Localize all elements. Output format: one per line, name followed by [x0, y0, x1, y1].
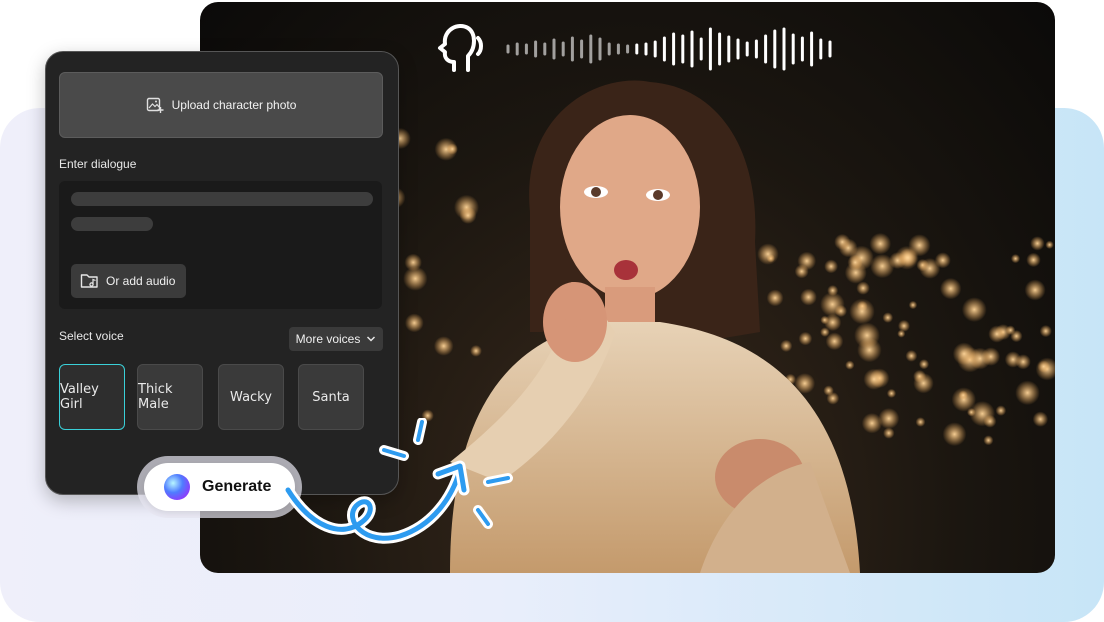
- folder-music-icon: [80, 274, 98, 288]
- bokeh-light: [780, 339, 793, 352]
- bokeh-light: [863, 368, 885, 390]
- voice-option-label: Wacky: [230, 389, 272, 405]
- bokeh-light: [898, 248, 918, 268]
- bokeh-light: [847, 254, 863, 271]
- voice-option-label: Valley Girl: [60, 382, 99, 412]
- bokeh-light: [470, 345, 482, 357]
- bokeh-light: [827, 285, 839, 296]
- bokeh-light: [940, 277, 962, 300]
- add-image-icon: [146, 97, 164, 113]
- bokeh-light: [958, 390, 968, 401]
- bokeh-light: [913, 373, 934, 394]
- bokeh-light: [797, 251, 817, 271]
- bokeh-light: [1015, 380, 1040, 406]
- bokeh-light: [1026, 252, 1041, 268]
- bokeh-light: [826, 392, 840, 405]
- bokeh-light: [869, 232, 892, 255]
- bokeh-light: [446, 143, 458, 155]
- add-audio-button[interactable]: Or add audio: [71, 264, 186, 298]
- dialogue-input[interactable]: Or add audio: [59, 181, 382, 309]
- more-voices-dropdown[interactable]: More voices: [289, 327, 383, 351]
- generate-button[interactable]: Generate: [144, 463, 295, 511]
- voice-option-label: Thick Male: [138, 382, 173, 412]
- bokeh-light: [918, 359, 930, 370]
- bokeh-light: [825, 332, 844, 351]
- text-placeholder-line: [71, 192, 373, 206]
- voice-option-valley-girl[interactable]: Valley Girl: [59, 364, 125, 430]
- bokeh-light: [834, 233, 851, 251]
- bokeh-light: [908, 300, 918, 310]
- select-voice-heading: Select voice: [59, 329, 124, 343]
- add-audio-label: Or add audio: [106, 274, 176, 288]
- bokeh-light: [882, 312, 894, 323]
- bokeh-light: [1037, 360, 1050, 373]
- voice-option-wacky[interactable]: Wacky: [218, 364, 284, 430]
- bokeh-light: [766, 289, 784, 307]
- ai-orb-icon: [164, 474, 190, 500]
- voice-option-label: Santa: [312, 389, 350, 405]
- bokeh-light: [854, 322, 880, 349]
- bokeh-light: [967, 407, 976, 417]
- bokeh-light: [995, 405, 1007, 416]
- text-placeholder-line: [71, 217, 153, 231]
- chevron-down-icon: [367, 336, 376, 342]
- bokeh-light: [988, 325, 1006, 343]
- bokeh-light: [915, 417, 926, 427]
- bokeh-light: [898, 319, 910, 332]
- bokeh-light: [961, 297, 987, 322]
- bokeh-light: [1030, 236, 1045, 251]
- arrow-doodle: [282, 418, 513, 544]
- bokeh-light: [824, 259, 838, 274]
- more-voices-label: More voices: [295, 332, 361, 346]
- bokeh-light: [820, 315, 829, 325]
- bokeh-light: [1010, 254, 1021, 264]
- bokeh-light: [1024, 279, 1046, 301]
- bokeh-light: [845, 360, 855, 370]
- bokeh-light: [1039, 325, 1052, 338]
- bokeh-light: [856, 281, 870, 295]
- voice-option-thick-male[interactable]: Thick Male: [137, 364, 203, 430]
- bokeh-light: [800, 288, 817, 306]
- speaking-head-icon: [438, 24, 483, 72]
- bokeh-light: [861, 413, 883, 434]
- bokeh-light: [798, 331, 813, 346]
- bokeh-light: [983, 414, 997, 428]
- bokeh-light: [905, 350, 918, 362]
- bokeh-light: [1032, 411, 1049, 427]
- bokeh-light: [883, 427, 895, 439]
- bokeh-light: [1015, 354, 1031, 370]
- bokeh-light: [934, 252, 951, 269]
- bokeh-light: [433, 336, 454, 356]
- bokeh-light: [459, 206, 477, 224]
- bokeh-light: [942, 422, 967, 447]
- bokeh-light: [849, 298, 875, 325]
- voice-waveform-graphic: [438, 24, 832, 72]
- generate-label: Generate: [202, 478, 272, 495]
- bokeh-light: [886, 388, 897, 398]
- upload-photo-button[interactable]: Upload character photo: [59, 72, 383, 138]
- bokeh-light: [1045, 240, 1054, 249]
- bokeh-light: [983, 435, 994, 446]
- bokeh-light: [952, 342, 976, 366]
- bokeh-light: [404, 313, 424, 333]
- generate-button-wrapper: Generate: [137, 456, 302, 518]
- upload-photo-label: Upload character photo: [171, 98, 297, 112]
- bokeh-light: [1005, 325, 1016, 336]
- bokeh-light: [757, 243, 779, 265]
- bokeh-light: [403, 266, 428, 291]
- dialogue-heading: Enter dialogue: [59, 157, 137, 171]
